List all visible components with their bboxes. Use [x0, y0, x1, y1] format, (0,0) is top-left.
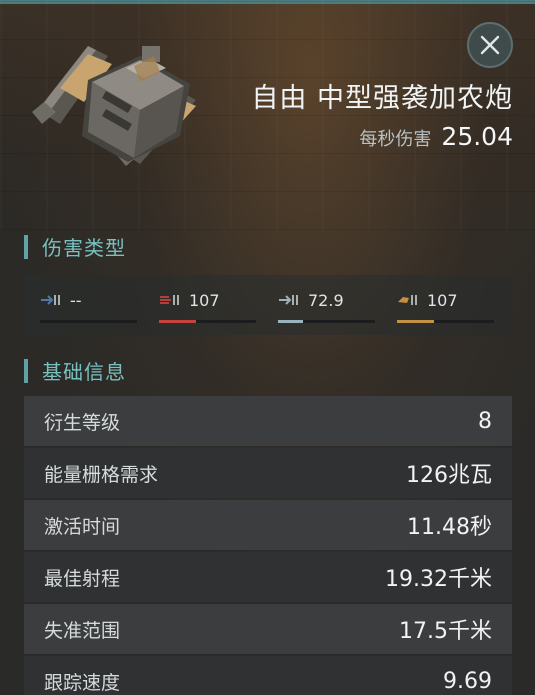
damage-type-header: 伤害类型 — [24, 232, 126, 261]
em-damage-value: -- — [70, 290, 82, 310]
item-info-panel: 自由 中型强袭加农炮 每秒伤害 25.04 伤害类型 -- 107 72.9 1… — [0, 0, 535, 695]
info-row-label: 最佳射程 — [44, 567, 121, 590]
info-row-label: 跟踪速度 — [44, 671, 121, 694]
info-row-meta-level: 衍生等级 8 — [24, 396, 512, 446]
info-row-value: 126兆瓦 — [406, 463, 492, 488]
kinetic-damage-bar-fill — [278, 320, 304, 323]
info-row-falloff: 失准范围 17.5千米 — [24, 604, 512, 654]
info-row-value: 19.32千米 — [385, 567, 492, 592]
thermal-damage-icon — [160, 295, 179, 305]
info-row-activation-time: 激活时间 11.48秒 — [24, 500, 512, 550]
section-marker — [24, 358, 28, 383]
em-damage-bar — [40, 320, 137, 323]
damage-type-panel: -- 107 72.9 107 — [24, 275, 512, 335]
dps-label: 每秒伤害 — [359, 129, 432, 150]
info-row-label: 失准范围 — [44, 619, 121, 642]
damage-item-em: -- — [40, 289, 137, 323]
thermal-damage-bar-fill — [159, 320, 196, 323]
info-row-value: 11.48秒 — [407, 515, 492, 540]
damage-type-title: 伤害类型 — [42, 236, 126, 260]
kinetic-damage-value: 72.9 — [308, 290, 344, 310]
explosive-damage-value: 107 — [427, 290, 458, 310]
em-damage-icon — [41, 295, 60, 305]
dps-value: 25.04 — [441, 122, 513, 151]
info-row-optimal-range: 最佳射程 19.32千米 — [24, 552, 512, 602]
explosive-damage-icon — [398, 295, 417, 305]
info-row-label: 激活时间 — [44, 515, 121, 538]
kinetic-damage-icon — [279, 295, 298, 305]
basic-info-list: 衍生等级 8 能量栅格需求 126兆瓦 激活时间 11.48秒 最佳射程 19.… — [24, 396, 512, 695]
info-row-label: 能量栅格需求 — [44, 463, 159, 486]
explosive-damage-bar-fill — [397, 320, 434, 323]
info-row-value: 8 — [478, 408, 492, 434]
damage-item-thermal: 107 — [159, 289, 256, 323]
basic-info-title: 基础信息 — [42, 360, 126, 384]
dps-row: 每秒伤害 25.04 — [359, 122, 513, 151]
info-row-label: 衍生等级 — [44, 411, 121, 434]
close-button[interactable] — [467, 22, 513, 68]
damage-item-kinetic: 72.9 — [278, 289, 375, 323]
section-marker — [24, 234, 28, 259]
basic-info-header: 基础信息 — [24, 356, 126, 385]
info-row-tracking-speed: 跟踪速度 9.69 — [24, 656, 512, 695]
close-icon — [480, 35, 500, 55]
cannon-turret-icon — [32, 46, 196, 166]
item-title: 自由 中型强袭加农炮 — [251, 83, 513, 114]
damage-item-explosive: 107 — [397, 289, 494, 323]
thermal-damage-value: 107 — [189, 290, 220, 310]
info-row-powergrid: 能量栅格需求 126兆瓦 — [24, 448, 512, 498]
info-row-value: 9.69 — [443, 668, 492, 694]
info-row-value: 17.5千米 — [399, 619, 492, 644]
